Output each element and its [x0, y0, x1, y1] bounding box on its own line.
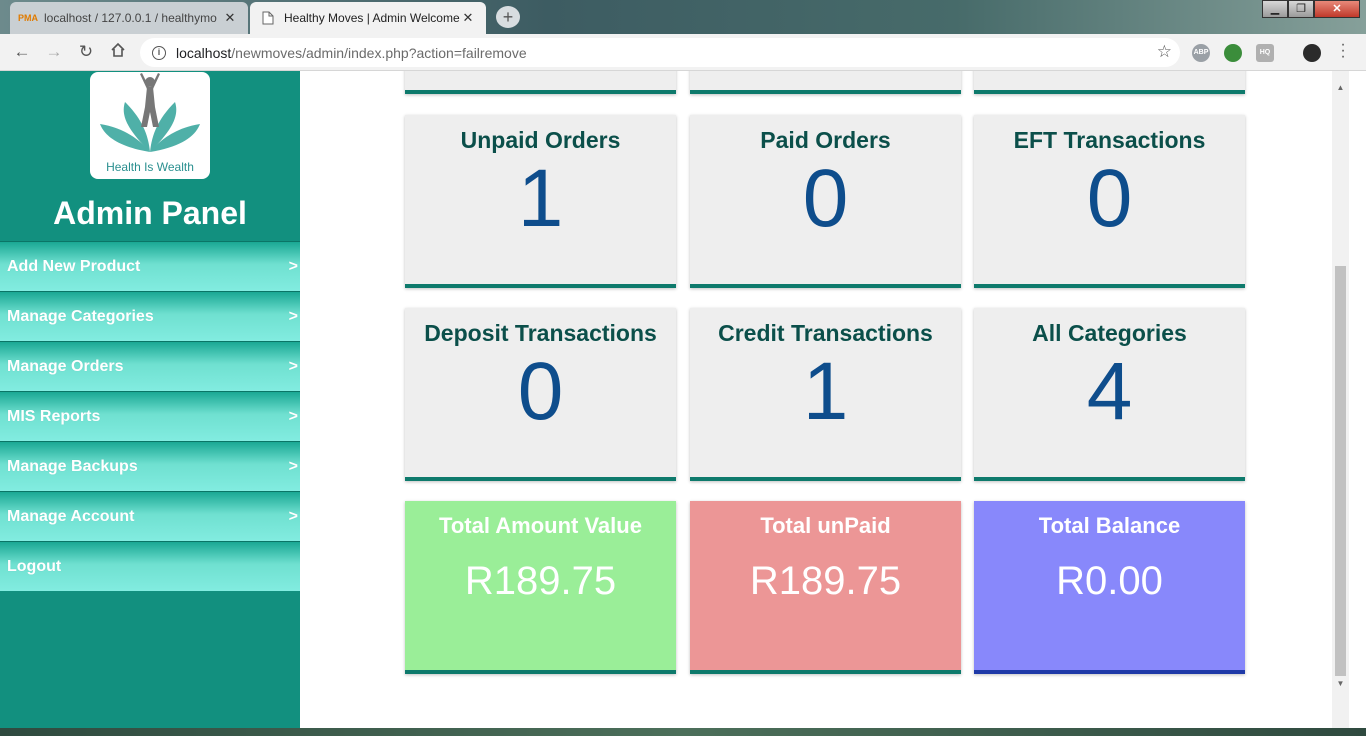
- sidebar-item-manage-orders[interactable]: Manage Orders >: [0, 341, 300, 391]
- chevron-right-icon: >: [288, 507, 298, 525]
- os-taskbar: [0, 728, 1366, 736]
- stat-card-partial: [690, 71, 961, 94]
- sidebar-item-manage-backups[interactable]: Manage Backups >: [0, 441, 300, 491]
- stat-card-partial: [405, 71, 676, 94]
- abp-icon[interactable]: ABP: [1192, 44, 1210, 62]
- stat-card-unpaid-orders[interactable]: Unpaid Orders 1: [405, 115, 676, 288]
- admin-panel-title: Admin Panel: [53, 195, 247, 231]
- scroll-up-arrow-icon[interactable]: ▲: [1332, 83, 1349, 92]
- total-unpaid-card: Total unPaid R189.75: [690, 501, 961, 674]
- new-tab-button[interactable]: +: [496, 6, 520, 28]
- sidebar-item-logout[interactable]: Logout: [0, 541, 300, 591]
- chevron-right-icon: >: [288, 357, 298, 375]
- info-icon[interactable]: i: [152, 45, 166, 60]
- tab-title: Healthy Moves | Admin Welcome: [284, 11, 460, 25]
- forward-icon[interactable]: →: [44, 42, 64, 62]
- logo[interactable]: Health Is Wealth: [90, 72, 210, 179]
- stat-title: Paid Orders: [760, 127, 891, 153]
- sidebar-item-label: Manage Orders: [7, 357, 124, 375]
- total-title: Total Balance: [1038, 513, 1181, 538]
- page-scrollbar[interactable]: ▲ ▼: [1332, 71, 1349, 728]
- sidebar-item-label: Logout: [7, 557, 62, 575]
- stat-value: 1: [802, 346, 849, 437]
- sidebar-item-add-new-product[interactable]: Add New Product >: [0, 241, 300, 291]
- stat-title: All Categories: [1032, 320, 1187, 346]
- chevron-right-icon: >: [288, 257, 298, 275]
- close-window-button[interactable]: ✕: [1314, 0, 1360, 18]
- address-bar[interactable]: i localhost/newmoves/admin/index.php?act…: [140, 38, 1180, 67]
- total-title: Total unPaid: [760, 513, 891, 538]
- total-amount-value-card: Total Amount Value R189.75: [405, 501, 676, 674]
- stat-value: 1: [517, 153, 564, 244]
- stat-value: 0: [802, 153, 849, 244]
- sidebar-item-label: Manage Backups: [7, 457, 138, 475]
- sidebar-item-manage-categories[interactable]: Manage Categories >: [0, 291, 300, 341]
- sidebar-nav: Add New Product > Manage Categories > Ma…: [0, 241, 300, 591]
- cloudhq-icon[interactable]: HQ: [1256, 44, 1274, 62]
- sidebar-item-label: Add New Product: [7, 257, 141, 275]
- back-icon[interactable]: ←: [12, 42, 32, 62]
- profile-icon[interactable]: [1303, 44, 1321, 62]
- url-path: /newmoves/admin/index.php?action=failrem…: [231, 44, 527, 61]
- chevron-right-icon: >: [288, 457, 298, 475]
- pma-icon: PMA: [18, 13, 38, 23]
- page-icon: [260, 10, 276, 26]
- sidebar: Health Is Wealth Admin Panel Add New Pro…: [0, 71, 300, 728]
- total-value: R189.75: [464, 559, 617, 603]
- stat-title: EFT Transactions: [1013, 127, 1206, 153]
- minimize-button[interactable]: ▁: [1262, 0, 1288, 18]
- sidebar-item-label: Manage Account: [7, 507, 135, 525]
- sidebar-item-manage-account[interactable]: Manage Account >: [0, 491, 300, 541]
- stat-title: Unpaid Orders: [460, 127, 621, 153]
- total-title: Total Amount Value: [439, 513, 642, 538]
- browser-tab-admin[interactable]: Healthy Moves | Admin Welcome ✕: [250, 2, 486, 34]
- browser-tab-phpmyadmin[interactable]: PMA localhost / 127.0.0.1 / healthymo ✕: [10, 2, 248, 34]
- stat-card-all-categories[interactable]: All Categories 4: [974, 308, 1245, 481]
- stat-card-eft-transactions[interactable]: EFT Transactions 0: [974, 115, 1245, 288]
- globe-icon[interactable]: [1224, 44, 1242, 62]
- stat-card-partial: [974, 71, 1245, 94]
- home-icon[interactable]: [108, 42, 128, 62]
- stat-value: 4: [1086, 346, 1133, 437]
- chrome-menu-icon[interactable]: · · ·: [1338, 37, 1348, 65]
- scrollbar-thumb[interactable]: [1335, 266, 1346, 676]
- total-value: R0.00: [1056, 559, 1163, 603]
- tab-title: localhost / 127.0.0.1 / healthymo: [44, 11, 217, 25]
- stat-card-credit-transactions[interactable]: Credit Transactions 1: [690, 308, 961, 481]
- bookmark-star-icon[interactable]: ☆: [1157, 42, 1172, 62]
- browser-toolbar: ← → ↻ i localhost/newmoves/admin/index.p…: [0, 34, 1366, 71]
- stat-title: Deposit Transactions: [424, 320, 657, 346]
- close-tab-icon[interactable]: ✕: [222, 10, 238, 26]
- reload-icon[interactable]: ↻: [76, 42, 96, 62]
- main-content: Unpaid Orders 1 Paid Orders 0 EFT Transa…: [300, 71, 1332, 728]
- stat-card-deposit-transactions[interactable]: Deposit Transactions 0: [405, 308, 676, 481]
- stat-value: 0: [517, 346, 564, 437]
- maximize-button[interactable]: ❐: [1288, 0, 1314, 18]
- scroll-down-arrow-icon[interactable]: ▼: [1332, 679, 1349, 688]
- total-value: R189.75: [749, 559, 902, 603]
- page-right-margin: [1349, 71, 1366, 728]
- logo-caption: Health Is Wealth: [106, 160, 194, 174]
- chevron-right-icon: >: [288, 307, 298, 325]
- sidebar-item-label: Manage Categories: [7, 307, 154, 325]
- yoga-lotus-icon: [100, 73, 200, 152]
- total-balance-card: Total Balance R0.00: [974, 501, 1245, 674]
- sidebar-item-label: MIS Reports: [7, 407, 101, 425]
- browser-tab-strip: PMA localhost / 127.0.0.1 / healthymo ✕ …: [0, 0, 1366, 34]
- stat-value: 0: [1086, 153, 1133, 244]
- url-host: localhost: [176, 44, 232, 61]
- stat-card-paid-orders[interactable]: Paid Orders 0: [690, 115, 961, 288]
- sidebar-item-mis-reports[interactable]: MIS Reports >: [0, 391, 300, 441]
- close-tab-icon[interactable]: ✕: [460, 10, 476, 26]
- stat-title: Credit Transactions: [718, 320, 933, 346]
- chevron-right-icon: >: [288, 407, 298, 425]
